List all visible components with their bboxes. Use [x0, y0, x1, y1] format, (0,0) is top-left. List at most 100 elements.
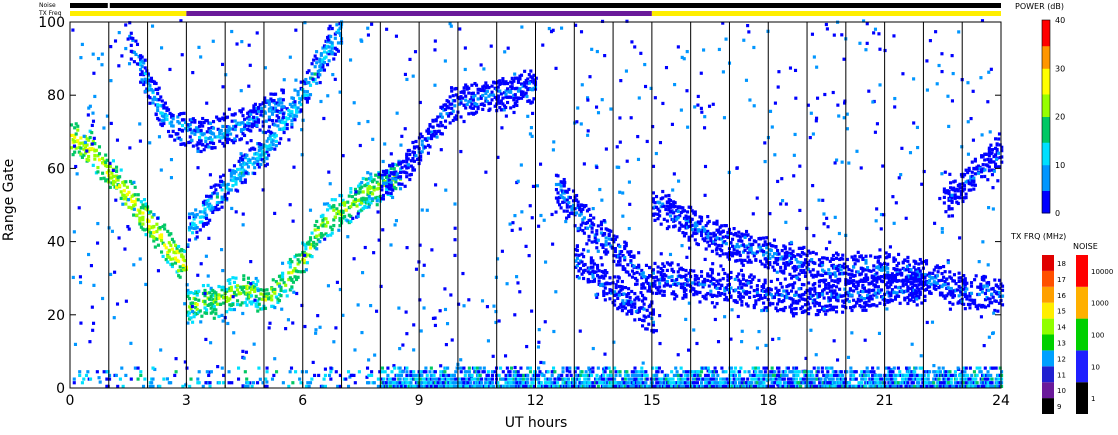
echo-cell [822, 222, 826, 226]
echo-cell [997, 151, 1001, 155]
echo-cell [554, 182, 558, 187]
echo-cell [712, 293, 716, 298]
echo-cell [258, 103, 262, 107]
echo-cell [777, 70, 781, 74]
echo-cell [672, 290, 676, 294]
echo-cell [813, 304, 817, 308]
echo-cell [169, 243, 173, 247]
echo-cell [89, 264, 93, 268]
echo-cell [653, 96, 657, 100]
echo-cell [76, 128, 80, 132]
echo-cell [822, 212, 826, 216]
echo-cell [600, 98, 604, 102]
echo-cell [414, 139, 418, 144]
echo-cell [337, 228, 341, 232]
echo-cell [879, 227, 883, 231]
echo-cell [177, 121, 181, 125]
echo-cell [625, 159, 629, 163]
echo-cell [780, 293, 784, 297]
echo-cell [201, 124, 205, 128]
echo-cell [953, 179, 957, 183]
echo-cell [178, 275, 182, 279]
echo-cell [201, 283, 205, 288]
echo-cell [930, 320, 935, 324]
echo-cell [791, 285, 795, 290]
echo-cell [825, 256, 829, 261]
echo-cell [191, 309, 195, 314]
echo-cell [318, 57, 322, 61]
echo-cell [491, 354, 495, 358]
echo-cell [129, 57, 133, 61]
echo-cell [603, 274, 607, 278]
echo-cell [440, 124, 444, 128]
echo-cell [948, 300, 952, 305]
echo-cell [167, 248, 171, 252]
echo-cell [181, 263, 185, 268]
echo-cell [715, 286, 719, 290]
echo-cell [822, 307, 826, 311]
echo-cell [744, 290, 749, 294]
echo-cell [303, 324, 307, 329]
echo-cell [757, 329, 761, 334]
echo-cell [101, 296, 105, 301]
echo-cell [940, 271, 944, 276]
echo-cell [656, 217, 660, 221]
echo-cell [256, 152, 260, 156]
echo-cell [371, 192, 375, 196]
echo-cell [825, 291, 829, 295]
echo-cell [815, 116, 819, 120]
echo-cell [914, 260, 918, 264]
echo-cell [114, 198, 118, 202]
echo-cell [443, 307, 448, 312]
echo-cell [647, 265, 652, 270]
echo-cell [462, 89, 466, 93]
echo-cell [878, 83, 882, 87]
echo-cell [952, 273, 956, 277]
echo-cell [789, 307, 794, 311]
echo-cell [632, 264, 636, 268]
echo-cell [639, 291, 643, 295]
echo-cell [159, 348, 163, 352]
echo-cell [281, 261, 285, 265]
echo-cell [724, 242, 728, 246]
echo-cell [987, 280, 991, 285]
echo-cell [764, 343, 768, 348]
echo-cell [295, 291, 299, 296]
echo-cell [957, 30, 961, 34]
echo-cell [233, 112, 237, 116]
echo-cell [620, 250, 624, 254]
echo-cell [518, 87, 522, 91]
echo-cell [991, 207, 995, 211]
echo-cell [269, 92, 273, 96]
echo-cell [241, 107, 245, 111]
echo-cell [388, 174, 392, 178]
echo-cell [277, 141, 282, 145]
echo-cell [629, 259, 633, 263]
echo-cell [226, 321, 230, 326]
echo-cell [405, 160, 409, 164]
echo-cell [151, 101, 155, 105]
echo-cell [861, 308, 865, 312]
echo-cell [253, 166, 257, 170]
echo-cell [685, 89, 689, 93]
echo-cell [71, 275, 75, 280]
echo-cell [680, 244, 684, 248]
echo-cell [580, 260, 584, 264]
echo-cell [917, 262, 921, 266]
echo-cell [627, 287, 631, 291]
echo-cell [994, 153, 998, 157]
echo-cell [720, 283, 724, 288]
echo-cell [394, 186, 398, 191]
echo-cell [755, 290, 759, 295]
echo-cell [784, 202, 788, 206]
echo-cell [394, 219, 398, 223]
echo-cell [947, 124, 951, 129]
echo-cell [204, 308, 209, 312]
echo-cell [178, 265, 182, 269]
echo-cell [296, 106, 300, 110]
echo-cell [840, 160, 844, 164]
echo-cell [812, 55, 816, 59]
echo-cell [662, 289, 666, 294]
echo-cell [583, 268, 587, 272]
echo-cell [746, 281, 750, 285]
